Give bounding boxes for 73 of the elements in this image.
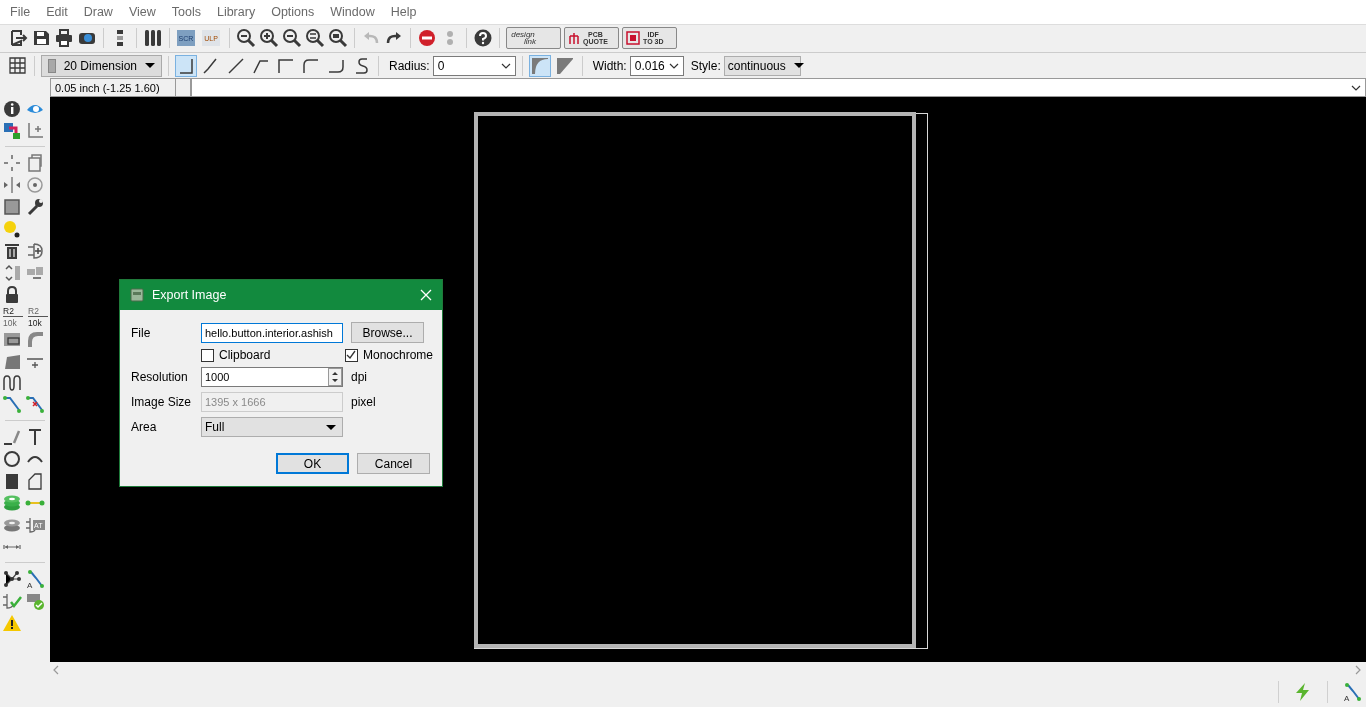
help-icon[interactable] (473, 28, 493, 48)
radius-combo[interactable]: 0 (432, 55, 516, 76)
width-combo[interactable]: 0.016 (629, 55, 684, 76)
resolution-spinbox[interactable]: 1000 (201, 367, 343, 387)
bend-style-icon (226, 55, 246, 76)
browse-button[interactable]: Browse... (351, 322, 424, 343)
cancel-button[interactable]: Cancel (357, 453, 430, 474)
radius-label: Radius: (389, 58, 430, 73)
cube-icon (626, 30, 640, 46)
close-icon (420, 289, 432, 301)
meander-icon[interactable] (2, 372, 22, 393)
menu-item[interactable]: Help (382, 5, 425, 19)
zoom-area-icon[interactable] (328, 28, 348, 48)
miter-style-button[interactable] (528, 54, 551, 77)
command-input[interactable] (191, 78, 1366, 97)
image-size-unit: pixel (351, 395, 377, 409)
zoom-in-icon[interactable] (259, 28, 279, 48)
dot-icon[interactable] (2, 218, 22, 239)
mirror-icon[interactable] (2, 174, 22, 195)
menu-item[interactable]: Window (322, 5, 383, 19)
info-icon[interactable] (2, 98, 22, 119)
menu-item[interactable]: View (120, 5, 164, 19)
area-dropdown[interactable]: Full (201, 417, 343, 437)
polygon-icon[interactable] (25, 470, 45, 491)
resolution-unit: dpi (351, 370, 368, 384)
export-icon[interactable] (8, 28, 28, 48)
style-label: Style: (690, 58, 721, 73)
zoom-fit-icon[interactable] (236, 28, 256, 48)
save-icon[interactable] (31, 28, 51, 48)
rotate-icon[interactable] (25, 174, 45, 195)
coordinate-display: 0.05 inch (-1.25 1.60) (50, 78, 176, 97)
layer-dropdown[interactable]: 20 Dimension (41, 54, 162, 77)
area-label: Area (131, 420, 158, 434)
image-size-field: 1395 x 1666 (201, 392, 343, 412)
stop-icon[interactable] (417, 28, 437, 48)
copy-icon[interactable] (25, 152, 45, 173)
menu-item[interactable]: Options (263, 5, 323, 19)
zoom-out-icon[interactable] (282, 28, 302, 48)
add-part-icon[interactable] (25, 240, 45, 261)
menu-item[interactable]: Tools (163, 5, 209, 19)
grid-icon[interactable] (8, 55, 28, 76)
spin-arrows-icon (328, 368, 342, 386)
menu-item[interactable]: Edit (38, 5, 76, 19)
circle-icon[interactable] (2, 448, 22, 469)
route-icon[interactable] (2, 394, 22, 415)
zoom-select-icon[interactable] (305, 28, 325, 48)
design-link-button[interactable]: design link (506, 27, 561, 49)
ok-button[interactable]: OK (276, 453, 349, 474)
image-size-label: Image Size (131, 395, 193, 409)
square-icon[interactable] (2, 196, 22, 217)
clipboard-checkbox[interactable]: Clipboard (201, 348, 343, 362)
resolution-label: Resolution (131, 370, 189, 384)
check-icon (346, 350, 357, 360)
straight-miter-icon (554, 55, 575, 76)
print-icon[interactable] (54, 28, 74, 48)
monochrome-checkbox[interactable]: Monochrome (344, 348, 433, 362)
width-label: Width: (592, 58, 627, 73)
menu-item[interactable]: File (2, 5, 39, 19)
menu-item[interactable]: Draw (75, 5, 121, 19)
ripup-icon[interactable] (25, 394, 45, 415)
file-label: File (131, 325, 152, 340)
circuit-icon (568, 30, 580, 46)
wrench-icon[interactable] (25, 196, 45, 217)
move-icon[interactable] (2, 152, 22, 173)
style-dropdown[interactable]: continuous (723, 55, 801, 76)
dialog-title: Export Image (152, 288, 227, 302)
close-button[interactable] (418, 287, 434, 303)
file-input[interactable]: hello.button.interior.ashish (201, 322, 343, 343)
round-miter-icon (529, 55, 550, 76)
layer-settings-icon[interactable] (143, 28, 163, 48)
bend-style-button[interactable] (175, 54, 197, 77)
menu-item[interactable]: Library (208, 5, 264, 19)
board-canvas[interactable] (50, 97, 1366, 662)
